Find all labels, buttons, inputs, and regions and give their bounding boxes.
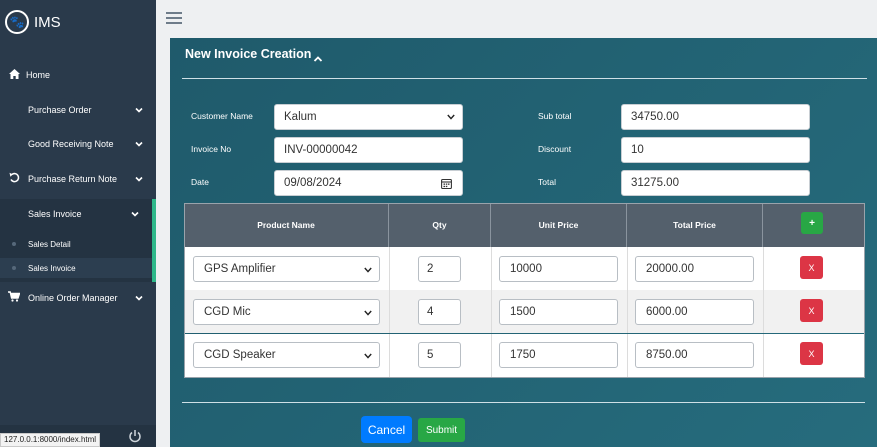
sidebar-item-label: Home (26, 70, 51, 80)
home-icon (8, 68, 20, 82)
sidebar-item-good-receiving-note[interactable]: Good Receiving Note (0, 132, 156, 156)
chevron-down-icon (135, 295, 143, 301)
sub-total-field[interactable]: 34750.00 (621, 104, 810, 130)
divider (182, 402, 865, 403)
app-root: 🐾 IMS Home Purchase Order Good Receiving… (0, 0, 877, 447)
chevron-down-icon (135, 141, 143, 147)
customer-name-label: Customer Name (191, 111, 253, 121)
paw-icon: 🐾 (5, 10, 29, 34)
sub-total-value: 34750.00 (631, 111, 679, 123)
submit-button[interactable]: Submit (418, 418, 465, 442)
divider (182, 78, 867, 79)
brand[interactable]: 🐾 IMS (0, 0, 156, 44)
table-border (184, 203, 865, 378)
chevron-down-icon (447, 114, 455, 120)
sidebar-item-label: Good Receiving Note (28, 139, 114, 149)
customer-name-value: Kalum (284, 111, 317, 123)
invoice-no-value: INV-00000042 (284, 144, 358, 156)
bullet-icon (12, 242, 16, 246)
chevron-down-icon (131, 211, 139, 217)
discount-label: Discount (538, 144, 572, 154)
sidebar-item-label: Online Order Manager (28, 293, 118, 303)
undo-icon (8, 172, 20, 186)
chevron-down-icon (135, 107, 143, 113)
total-value: 31275.00 (631, 177, 679, 189)
calendar-icon[interactable] (441, 178, 452, 189)
sidebar-subitem-sales-invoice[interactable]: Sales Invoice (0, 258, 152, 278)
discount-value: 10 (631, 144, 644, 156)
sidebar-item-online-order-manager[interactable]: Online Order Manager (0, 286, 156, 310)
chevron-up-icon[interactable] (313, 55, 323, 63)
topbar (156, 0, 877, 30)
sidebar-item-label: Purchase Order (28, 105, 92, 115)
sub-total-label: Sub total (538, 111, 572, 121)
sidebar-subitem-label: Sales Invoice (28, 263, 76, 273)
sidebar-subitem-label: Sales Detail (28, 239, 71, 249)
cancel-button[interactable]: Cancel (361, 416, 412, 443)
page-title: New Invoice Creation (185, 47, 312, 61)
cart-icon (8, 291, 21, 305)
chevron-down-icon (135, 176, 143, 182)
total-label: Total (538, 177, 556, 187)
sidebar-item-sales-invoice[interactable]: Sales Invoice (0, 202, 152, 226)
sidebar: 🐾 IMS Home Purchase Order Good Receiving… (0, 0, 156, 447)
status-bar-url: 127.0.0.1:8000/index.html (0, 433, 101, 447)
sidebar-item-home[interactable]: Home (0, 63, 156, 87)
date-label: Date (191, 177, 209, 187)
discount-field[interactable]: 10 (621, 137, 810, 163)
invoice-no-label: Invoice No (191, 144, 232, 154)
sidebar-item-label: Sales Invoice (28, 209, 82, 219)
hamburger-menu-icon[interactable] (166, 12, 182, 25)
date-field[interactable]: 09/08/2024 (274, 170, 463, 196)
date-value: 09/08/2024 (284, 177, 342, 189)
bullet-icon (12, 266, 16, 270)
sidebar-subitem-sales-detail[interactable]: Sales Detail (0, 234, 152, 254)
total-field[interactable]: 31275.00 (621, 170, 810, 196)
power-icon[interactable] (128, 429, 142, 443)
sidebar-item-label: Purchase Return Note (28, 174, 118, 184)
brand-name: IMS (34, 13, 61, 31)
active-indicator (152, 199, 156, 282)
invoice-no-field[interactable]: INV-00000042 (274, 137, 463, 163)
sidebar-item-purchase-return-note[interactable]: Purchase Return Note (0, 167, 156, 191)
sidebar-item-purchase-order[interactable]: Purchase Order (0, 98, 156, 122)
customer-name-select[interactable]: Kalum (274, 104, 463, 130)
